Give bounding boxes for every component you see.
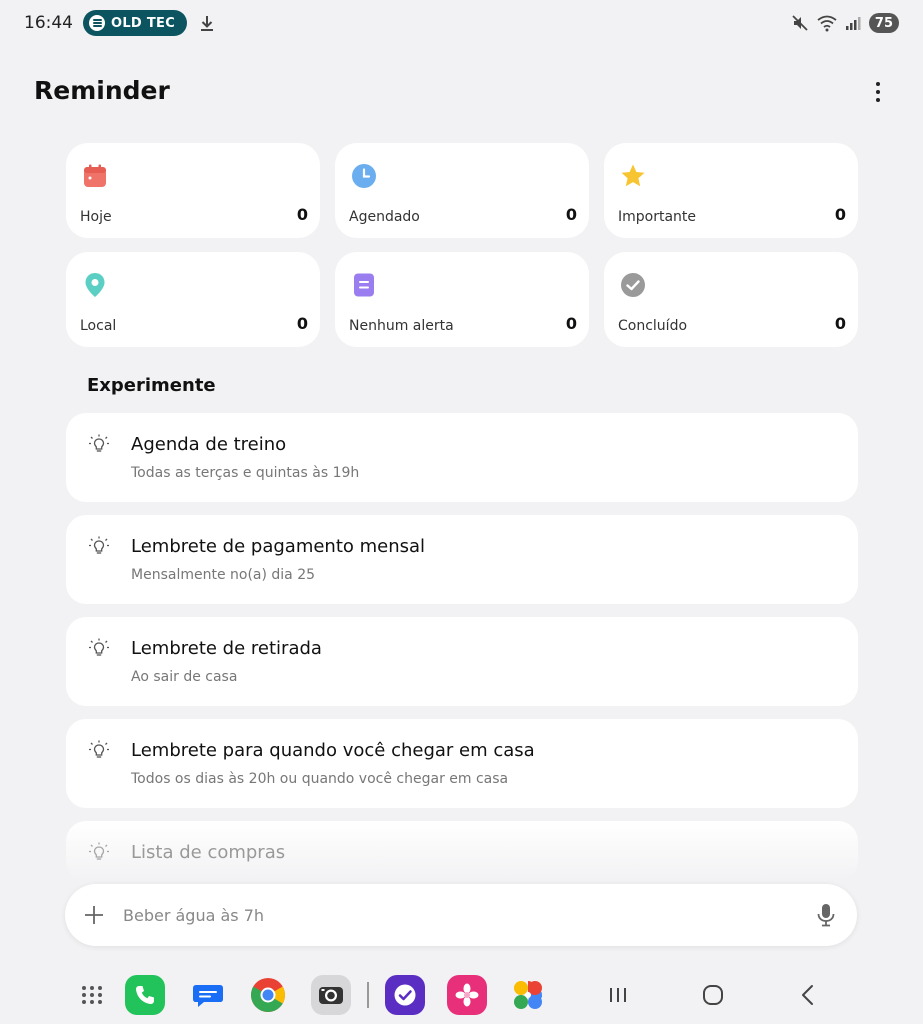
note-icon: [354, 273, 374, 297]
category-today[interactable]: Hoje 0: [66, 143, 320, 238]
suggestion-title: Agenda de treino: [131, 434, 287, 455]
location-pin-icon: [85, 273, 105, 297]
suggestion-item[interactable]: Lembrete de pagamento mensal Mensalmente…: [66, 515, 858, 604]
microphone-icon: [817, 904, 835, 927]
category-label: Importante: [618, 209, 697, 225]
check-circle-icon: [621, 273, 645, 297]
star-icon: [621, 164, 645, 187]
voice-input-button[interactable]: [795, 884, 857, 946]
signal-icon: [845, 17, 861, 30]
category-completed[interactable]: Concluído 0: [604, 252, 858, 347]
messages-app[interactable]: [188, 975, 228, 1015]
reminder-screen: 16:44 OLD TEC 75 Reminder Hoje 0 Agendad…: [0, 0, 923, 1024]
lightbulb-icon: [89, 740, 109, 758]
category-scheduled[interactable]: Agendado 0: [335, 143, 589, 238]
lightbulb-icon: [89, 842, 109, 860]
category-count: 0: [565, 314, 577, 333]
suggestion-item[interactable]: Lista de compras: [66, 821, 858, 881]
add-button[interactable]: [65, 884, 123, 946]
category-count: 0: [834, 314, 846, 333]
more-vertical-icon: [876, 82, 880, 86]
back-icon: [802, 985, 813, 1005]
category-label: Agendado: [349, 209, 420, 225]
home-button[interactable]: [693, 975, 733, 1015]
category-count: 0: [565, 205, 577, 224]
category-label: Local: [80, 318, 117, 334]
status-bar: 16:44 OLD TEC 75: [0, 0, 923, 46]
reminder-app[interactable]: [385, 975, 425, 1015]
quick-add-input[interactable]: [123, 895, 795, 935]
camera-icon: [311, 975, 351, 1015]
clock-icon: [352, 164, 376, 188]
back-button[interactable]: [788, 975, 828, 1015]
status-time: 16:44: [24, 13, 73, 33]
category-no-alert[interactable]: Nenhum alerta 0: [335, 252, 589, 347]
plus-icon: [85, 906, 103, 924]
phone-icon: [125, 975, 165, 1015]
quick-add-bar: [65, 884, 857, 946]
dock-separator: [367, 982, 369, 1008]
lightbulb-icon: [89, 434, 109, 452]
category-count: 0: [834, 205, 846, 224]
messages-icon: [193, 985, 223, 1007]
gallery-icon: [447, 975, 487, 1015]
mute-icon: [792, 15, 808, 31]
suggestion-title: Lembrete de pagamento mensal: [131, 536, 426, 557]
suggestion-item[interactable]: Lembrete de retirada Ao sair de casa: [66, 617, 858, 706]
wifi-icon: [817, 15, 837, 32]
recents-button[interactable]: [598, 975, 638, 1015]
page-title: Reminder: [34, 76, 170, 105]
chrome-app[interactable]: [248, 975, 288, 1015]
spotify-icon: [89, 15, 105, 31]
suggestion-title: Lembrete de retirada: [131, 638, 322, 659]
suggestion-title: Lembrete para quando você chegar em casa: [131, 740, 535, 761]
status-indicators: 75: [791, 13, 899, 33]
lightbulb-icon: [89, 638, 109, 656]
suggestion-subtitle: Mensalmente no(a) dia 25: [131, 567, 316, 583]
home-icon: [703, 985, 723, 1005]
suggestion-list: Agenda de treino Todas as terças e quint…: [66, 413, 858, 894]
battery-indicator: 75: [868, 13, 899, 33]
category-label: Nenhum alerta: [349, 318, 454, 334]
download-icon: [201, 16, 214, 31]
lightbulb-icon: [89, 536, 109, 554]
recents-icon: [610, 988, 626, 1002]
phone-app[interactable]: [125, 975, 165, 1015]
app-drawer-button[interactable]: [72, 975, 112, 1015]
category-grid: Hoje 0 Agendado 0 Importante 0 Local 0 N…: [66, 143, 858, 347]
category-label: Concluído: [618, 318, 688, 334]
app-drawer-icon: [82, 986, 102, 1004]
reminder-icon: [385, 975, 425, 1015]
photos-app[interactable]: [508, 975, 548, 1015]
suggestion-item[interactable]: Lembrete para quando você chegar em casa…: [66, 719, 858, 808]
category-important[interactable]: Importante 0: [604, 143, 858, 238]
suggestion-item[interactable]: Agenda de treino Todas as terças e quint…: [66, 413, 858, 502]
category-count: 0: [296, 205, 308, 224]
category-count: 0: [296, 314, 308, 333]
suggestion-title: Lista de compras: [131, 842, 286, 863]
taskbar: [0, 970, 923, 1020]
section-title: Experimente: [87, 375, 216, 396]
calendar-icon: [84, 164, 106, 187]
gallery-app[interactable]: [447, 975, 487, 1015]
category-label: Hoje: [80, 209, 112, 225]
chrome-icon: [251, 978, 285, 1012]
media-title: OLD TEC: [111, 15, 176, 31]
suggestion-subtitle: Ao sair de casa: [131, 669, 238, 685]
category-location[interactable]: Local 0: [66, 252, 320, 347]
media-playing-pill[interactable]: OLD TEC: [83, 10, 188, 36]
photos-icon: [514, 981, 542, 1009]
suggestion-subtitle: Todos os dias às 20h ou quando você cheg…: [131, 771, 509, 787]
suggestion-subtitle: Todas as terças e quintas às 19h: [131, 465, 360, 481]
more-options-button[interactable]: [862, 78, 894, 106]
camera-app[interactable]: [311, 975, 351, 1015]
